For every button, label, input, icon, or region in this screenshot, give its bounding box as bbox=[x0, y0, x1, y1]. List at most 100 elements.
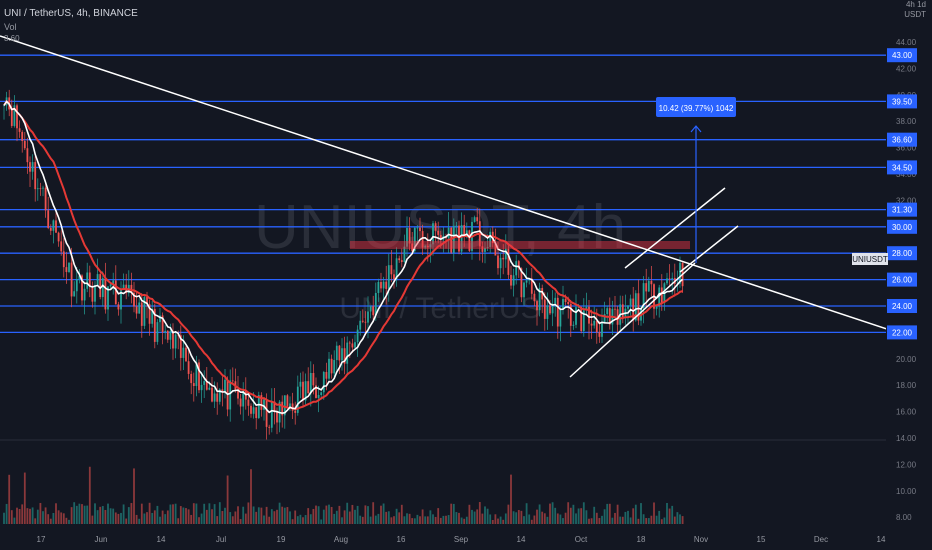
candle-body bbox=[562, 299, 564, 309]
candle-body bbox=[312, 372, 315, 386]
volume-bar bbox=[255, 511, 258, 524]
volume-bar bbox=[68, 519, 70, 524]
volume-bar bbox=[377, 513, 380, 524]
volume-bar bbox=[356, 505, 359, 524]
volume-bar bbox=[510, 474, 512, 524]
volume-bar bbox=[525, 503, 528, 524]
candle-body bbox=[647, 280, 650, 292]
volume-bar bbox=[117, 513, 120, 524]
volume-bar bbox=[647, 518, 650, 524]
volume-bar bbox=[234, 511, 237, 524]
volume-bar bbox=[281, 506, 284, 524]
volume-bar bbox=[333, 513, 336, 524]
volume-bar bbox=[101, 506, 104, 524]
volume-bar bbox=[424, 516, 427, 524]
candle-body bbox=[367, 311, 369, 323]
candle-body bbox=[94, 285, 96, 302]
volume-bars bbox=[3, 466, 684, 524]
volume-bar bbox=[229, 512, 232, 524]
measure-label-text: 10.42 (39.77%) 1042 bbox=[659, 104, 734, 113]
candle-body bbox=[549, 305, 551, 314]
volume-bar bbox=[302, 517, 304, 524]
volume-bar bbox=[88, 466, 91, 524]
candle-body bbox=[250, 405, 252, 414]
candle-body bbox=[229, 380, 232, 410]
candle-body bbox=[629, 298, 632, 306]
price-axis[interactable] bbox=[886, 0, 932, 530]
candle-body bbox=[73, 291, 76, 297]
volume-bar bbox=[198, 517, 200, 524]
candle-body bbox=[86, 272, 89, 289]
volume-bar bbox=[5, 503, 8, 524]
candle-body bbox=[354, 342, 356, 348]
currency-indicator[interactable]: USDT bbox=[904, 10, 926, 19]
candle-body bbox=[96, 274, 99, 286]
volume-bar bbox=[273, 511, 276, 524]
candle-body bbox=[473, 217, 476, 222]
volume-bar bbox=[62, 513, 65, 524]
volume-bar bbox=[627, 510, 629, 524]
volume-bar bbox=[554, 507, 557, 524]
volume-bar bbox=[590, 518, 593, 524]
volume-bar bbox=[346, 502, 349, 524]
volume-bar bbox=[593, 506, 596, 524]
volume-bar bbox=[211, 509, 213, 524]
candle-body bbox=[497, 255, 499, 269]
volume-bar bbox=[52, 512, 55, 524]
volume-label: Vol bbox=[4, 22, 17, 32]
candle-body bbox=[29, 162, 31, 172]
candle-body bbox=[437, 230, 440, 235]
volume-bar bbox=[606, 503, 609, 524]
volume-bar bbox=[569, 507, 572, 524]
price-tick-label: 44.00 bbox=[896, 38, 917, 47]
candle-body bbox=[62, 251, 65, 268]
candle-body bbox=[36, 188, 39, 190]
price-tick-label: 20.00 bbox=[896, 355, 917, 364]
timeframe-indicator[interactable]: 4h 1d bbox=[906, 0, 926, 9]
candle-body bbox=[55, 220, 57, 233]
volume-bar bbox=[174, 503, 177, 524]
time-tick-label: Sep bbox=[454, 535, 469, 544]
volume-bar bbox=[637, 518, 640, 524]
candle-body bbox=[88, 272, 91, 287]
candle-body bbox=[91, 286, 94, 302]
volume-bar bbox=[442, 515, 445, 524]
price-chart[interactable]: UNIUSDT, 4h UNI / TetherUS 10.42 (39.77%… bbox=[0, 0, 932, 550]
volume-bar bbox=[159, 516, 161, 524]
candle-body bbox=[26, 148, 29, 163]
time-tick-label: 16 bbox=[397, 535, 406, 544]
volume-bar bbox=[598, 518, 601, 524]
volume-bar bbox=[190, 514, 193, 524]
level-label: 39.50 bbox=[892, 97, 913, 106]
price-tick-label: 18.00 bbox=[896, 381, 917, 390]
volume-bar bbox=[247, 502, 250, 524]
volume-bar bbox=[330, 506, 333, 524]
candle-body bbox=[595, 320, 598, 333]
volume-bar bbox=[681, 516, 684, 524]
candle-body bbox=[289, 403, 291, 407]
candle-body bbox=[140, 302, 143, 326]
volume-bar bbox=[538, 504, 541, 524]
volume-bar bbox=[406, 513, 408, 524]
volume-bar bbox=[317, 506, 320, 524]
volume-bar bbox=[29, 508, 31, 524]
volume-bar bbox=[668, 508, 671, 524]
candle-body bbox=[169, 331, 172, 340]
volume-bar bbox=[161, 510, 164, 524]
candle-body bbox=[499, 257, 502, 269]
time-tick-label: 19 bbox=[277, 535, 286, 544]
candle-body bbox=[416, 227, 419, 229]
candle-body bbox=[598, 332, 601, 337]
volume-bar bbox=[390, 517, 393, 524]
volume-bar bbox=[486, 508, 489, 524]
candle-body bbox=[307, 381, 310, 394]
candle-body bbox=[117, 304, 120, 310]
price-tick-label: 12.00 bbox=[896, 460, 917, 469]
candle-body bbox=[393, 274, 395, 279]
volume-bar bbox=[575, 513, 577, 524]
volume-bar bbox=[299, 514, 302, 524]
volume-bar bbox=[504, 513, 507, 524]
volume-bar bbox=[429, 510, 432, 524]
volume-bar bbox=[528, 514, 531, 524]
candle-body bbox=[182, 347, 185, 358]
